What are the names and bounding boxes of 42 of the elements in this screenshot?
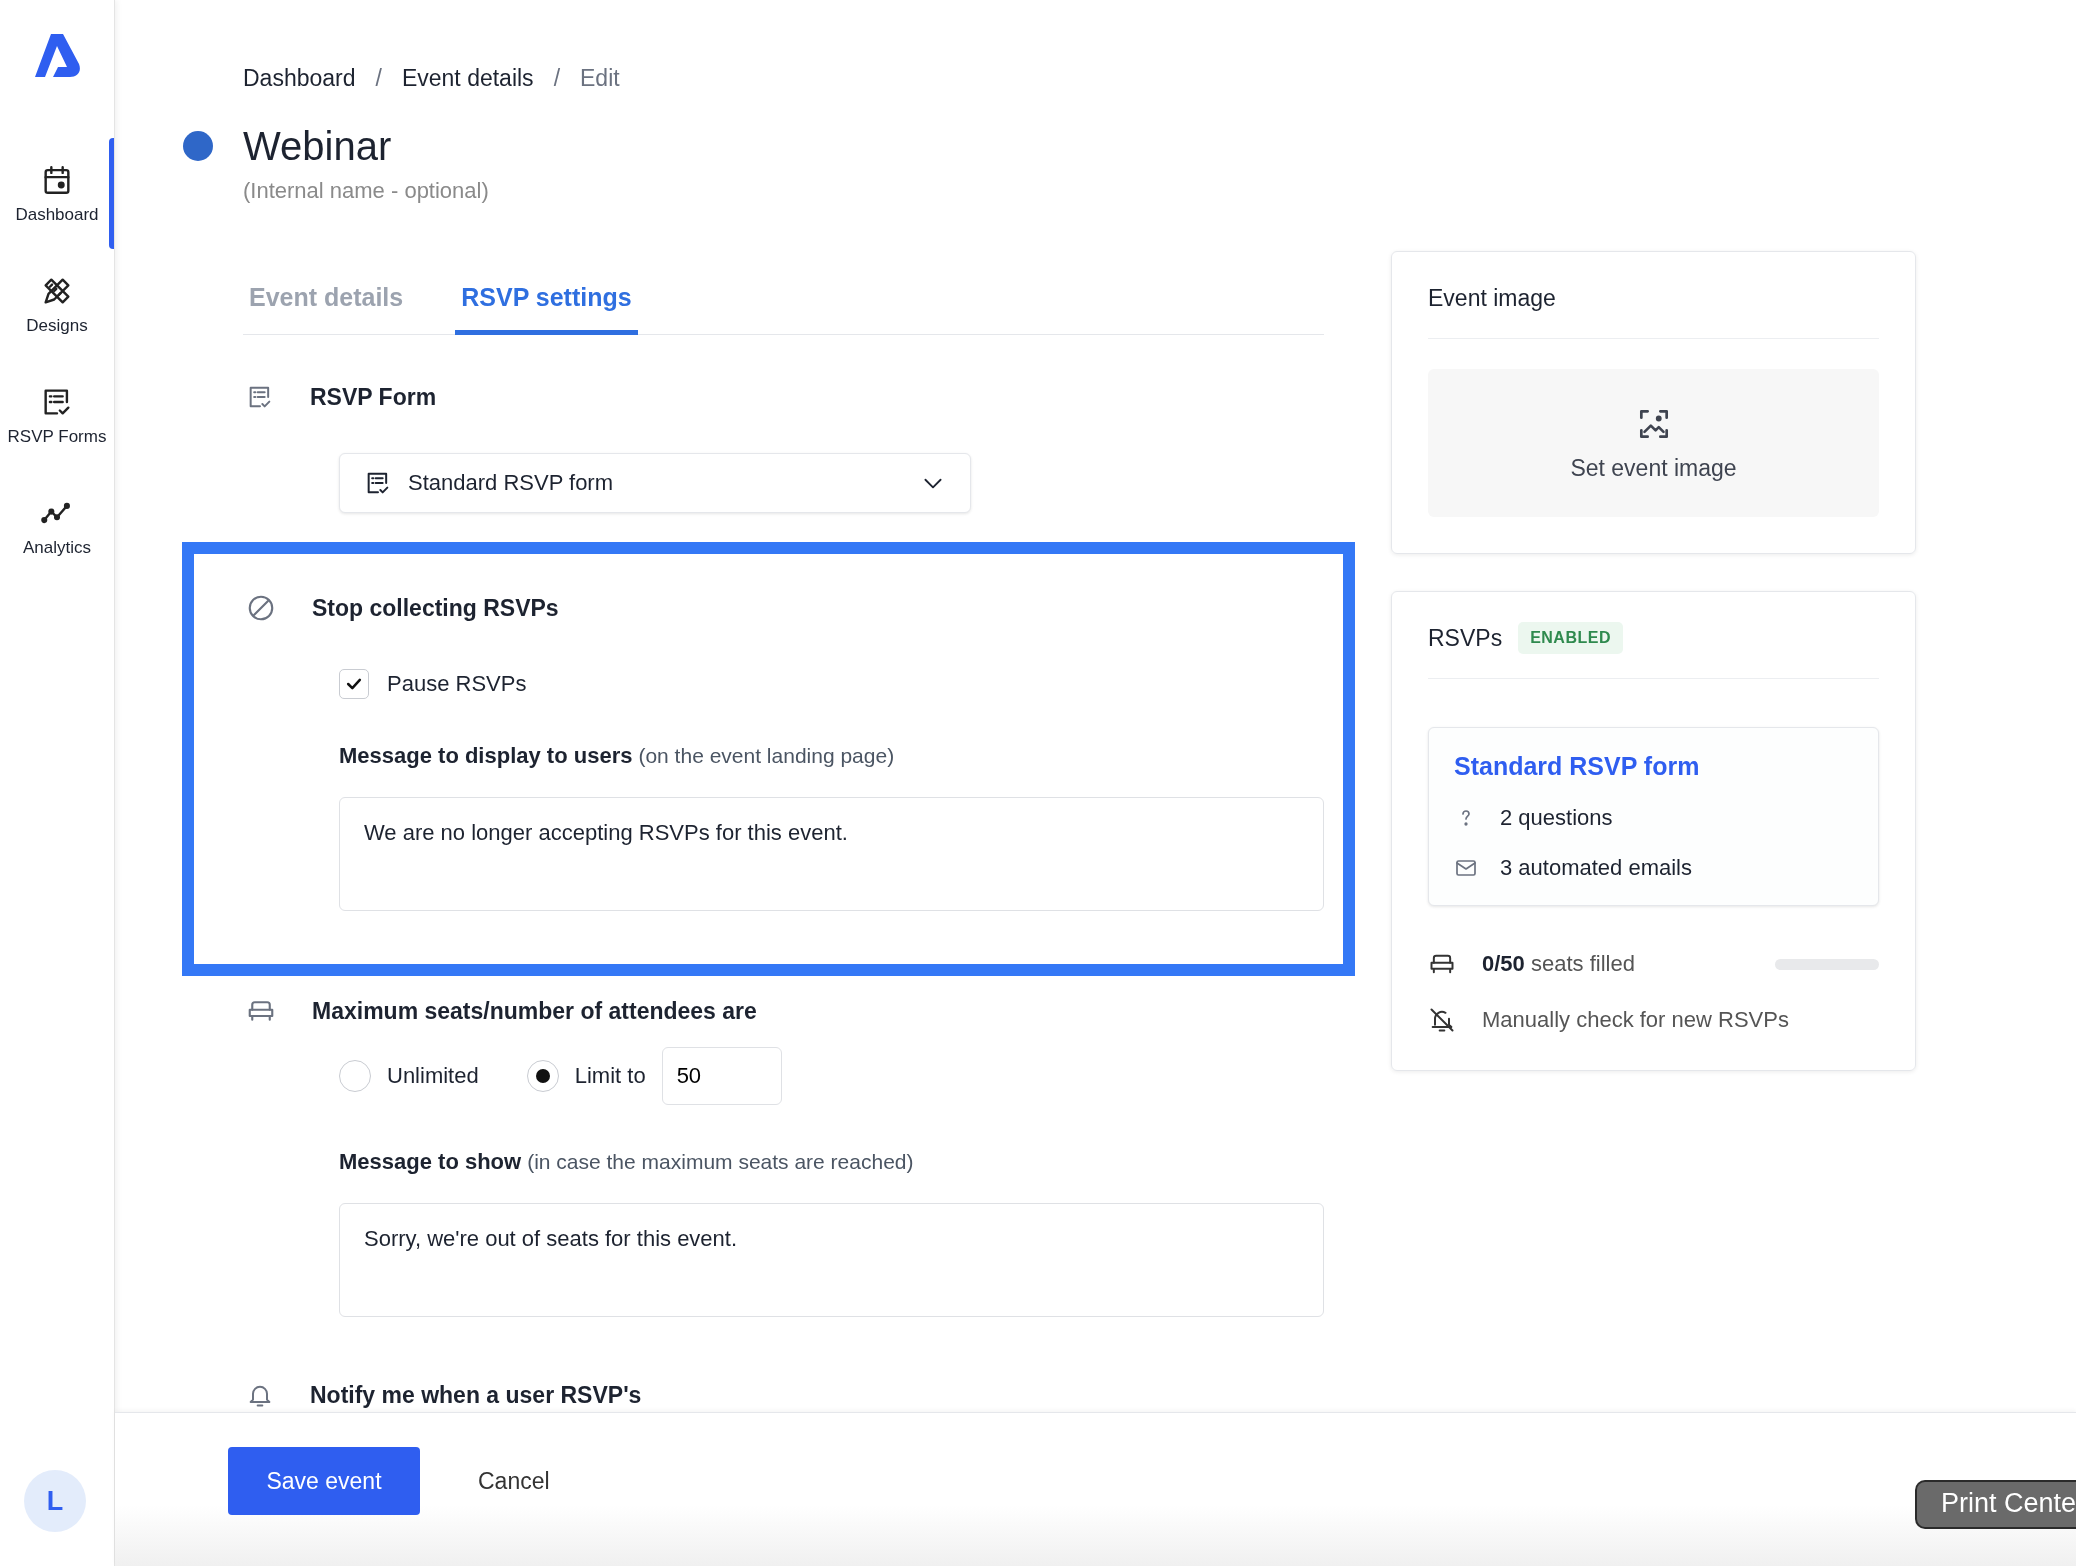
nav-item[interactable]: Analytics — [0, 471, 114, 582]
limit-field[interactable]: 50 — [661, 1047, 782, 1105]
status-dot — [183, 131, 213, 161]
logo-icon — [33, 32, 81, 78]
field-label: Message to display to users (on the event landing page) — [339, 743, 896, 769]
seats-text: 0/50 seats filled — [1482, 951, 1635, 977]
stat-text: 3 automated emails — [1500, 855, 1692, 881]
set-image-button[interactable]: Set event image — [1428, 369, 1879, 517]
cancel-button[interactable]: Cancel — [472, 1447, 556, 1515]
stat-text: 2 questions — [1500, 805, 1613, 831]
message-field[interactable]: Sorry, we're out of seats for this event. — [339, 1203, 1324, 1317]
radio-option[interactable]: Limit to — [526, 1060, 646, 1092]
tab[interactable]: RSVP settings — [455, 275, 638, 335]
ban-icon — [246, 593, 276, 623]
nav-item[interactable]: Designs — [0, 249, 114, 360]
section-heading: RSVP Form — [310, 383, 437, 411]
form-link[interactable]: Standard RSVP form — [1454, 752, 1700, 780]
status-badge: ENABLED — [1518, 622, 1623, 654]
user-avatar[interactable]: L — [24, 1470, 86, 1532]
section-heading: Notify me when a user RSVP's — [310, 1381, 642, 1409]
breadcrumb-link[interactable]: Dashboard — [243, 64, 356, 92]
nav-item[interactable]: RSVP Forms — [0, 360, 114, 471]
card-title: Event image — [1428, 284, 1556, 312]
nav-item[interactable]: Dashboard — [0, 138, 114, 249]
tooltip: Print Cente — [1914, 1480, 2076, 1529]
form-dropdown[interactable]: Standard RSVP form — [339, 453, 971, 513]
section-heading: Maximum seats/number of attendees are — [312, 997, 757, 1025]
breadcrumb-separator: / — [553, 64, 560, 92]
bell-off-icon — [1428, 1006, 1456, 1034]
breadcrumb-separator: / — [375, 64, 382, 92]
card-title: RSVPs — [1428, 624, 1503, 652]
checkbox[interactable] — [339, 669, 369, 699]
notify-text: Manually check for new RSVPs — [1482, 1007, 1789, 1033]
radio-option[interactable]: Unlimited — [339, 1060, 479, 1092]
message-field[interactable]: We are no longer accepting RSVPs for this event. — [339, 797, 1324, 911]
breadcrumb-link[interactable]: Event details — [401, 64, 534, 92]
checkbox-label[interactable]: Pause RSVPs — [387, 671, 527, 697]
section-heading: Stop collecting RSVPs — [312, 594, 559, 622]
save-button[interactable]: Save event — [228, 1447, 420, 1515]
event-title[interactable]: Webinar — [243, 122, 392, 170]
event-subtitle: (Internal name - optional) — [243, 178, 490, 204]
field-label: Message to show (in case the maximum seats are reached) — [339, 1149, 915, 1175]
